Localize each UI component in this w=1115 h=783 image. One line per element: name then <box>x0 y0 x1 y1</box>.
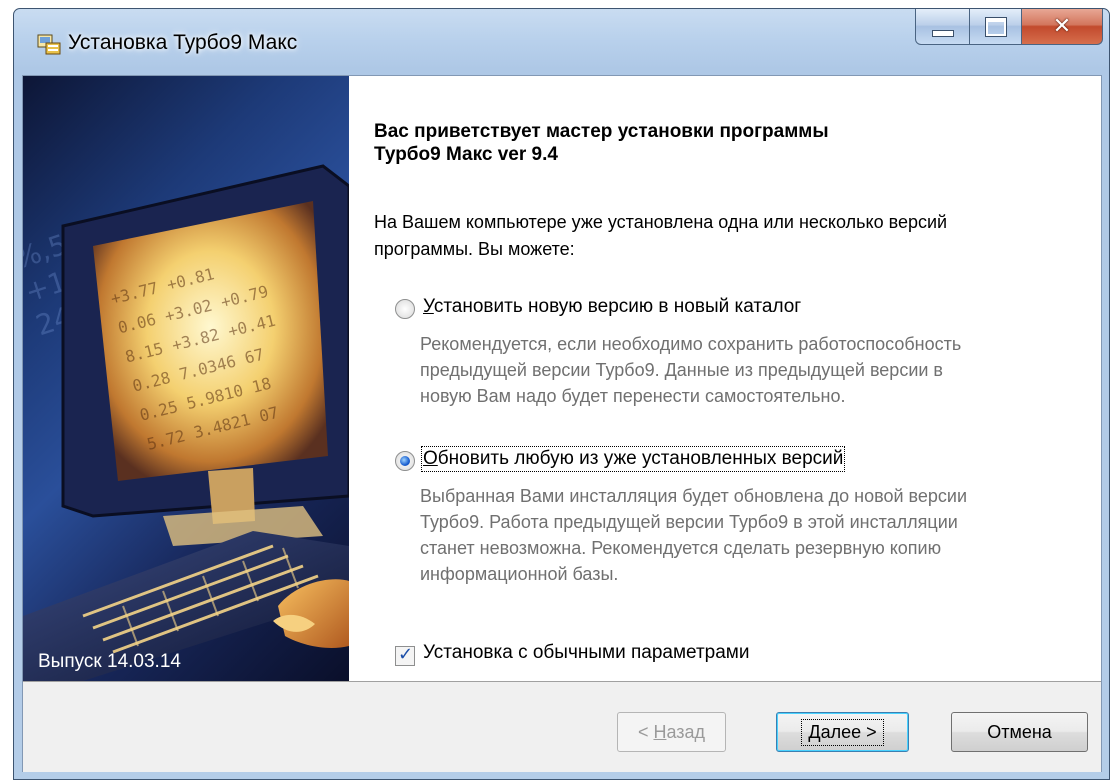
intro-line-1: На Вашем компьютере уже установлена одна… <box>374 212 948 232</box>
radio-update-existing[interactable] <box>395 451 415 471</box>
option-update-existing-label[interactable]: Обновить любую из уже установленных верс… <box>420 446 846 472</box>
default-params-label[interactable]: Установка с обычными параметрами <box>423 642 749 664</box>
option-install-new-description: Рекомендуется, если необходимо сохранить… <box>420 334 962 406</box>
wizard-sidebar: %,573% 6. +1.18 +2.76 +1. 24 82 31 57 +3… <box>23 76 349 681</box>
caption-buttons: ✕ <box>915 9 1103 49</box>
title-bar[interactable]: Установка Турбо9 Макс ✕ <box>14 9 1109 75</box>
minimize-icon <box>931 30 954 37</box>
installer-window: Установка Турбо9 Макс ✕ 24 +3.77 +0.81 0… <box>13 8 1110 780</box>
window-title: Установка Турбо9 Макс <box>68 31 298 54</box>
wizard-client-area: %,573% 6. +1.18 +2.76 +1. 24 82 31 57 +3… <box>22 75 1102 772</box>
wizard-content: Вас приветствует мастер установки програ… <box>349 76 1101 681</box>
welcome-heading: Вас приветствует мастер установки програ… <box>374 120 1074 166</box>
minimize-button[interactable] <box>915 9 970 45</box>
maximize-button[interactable] <box>970 9 1022 45</box>
checkmark-icon: ✓ <box>398 644 414 665</box>
close-icon: ✕ <box>1052 14 1072 39</box>
default-params-checkbox[interactable]: ✓ <box>395 644 415 666</box>
monitor-keyboard-illustration: %,573% 6. +1.18 +2.76 +1. 24 82 31 57 +3… <box>23 164 349 681</box>
back-button[interactable]: < Назад <box>617 712 726 752</box>
release-label: Выпуск 14.03.14 <box>38 651 181 672</box>
intro-text: На Вашем компьютере уже установлена одна… <box>374 209 1094 263</box>
heading-line-1: Вас приветствует мастер установки програ… <box>374 121 829 142</box>
radio-install-new[interactable] <box>395 299 415 319</box>
intro-line-2: программы. Вы можете: <box>374 239 575 259</box>
option-update-existing-description: Выбранная Вами инсталляция будет обновле… <box>420 486 968 584</box>
cancel-button[interactable]: Отмена <box>951 712 1088 752</box>
option-install-new-label[interactable]: Установить новую версию в новый каталог <box>423 296 801 318</box>
close-button[interactable]: ✕ <box>1022 9 1103 45</box>
heading-line-2: Турбо9 Макс ver 9.4 <box>374 144 558 165</box>
wizard-footer: < Назад Далее > Отмена <box>23 682 1101 772</box>
installer-app-icon <box>37 34 61 55</box>
maximize-icon <box>984 16 1007 37</box>
next-button[interactable]: Далее > <box>776 712 909 752</box>
